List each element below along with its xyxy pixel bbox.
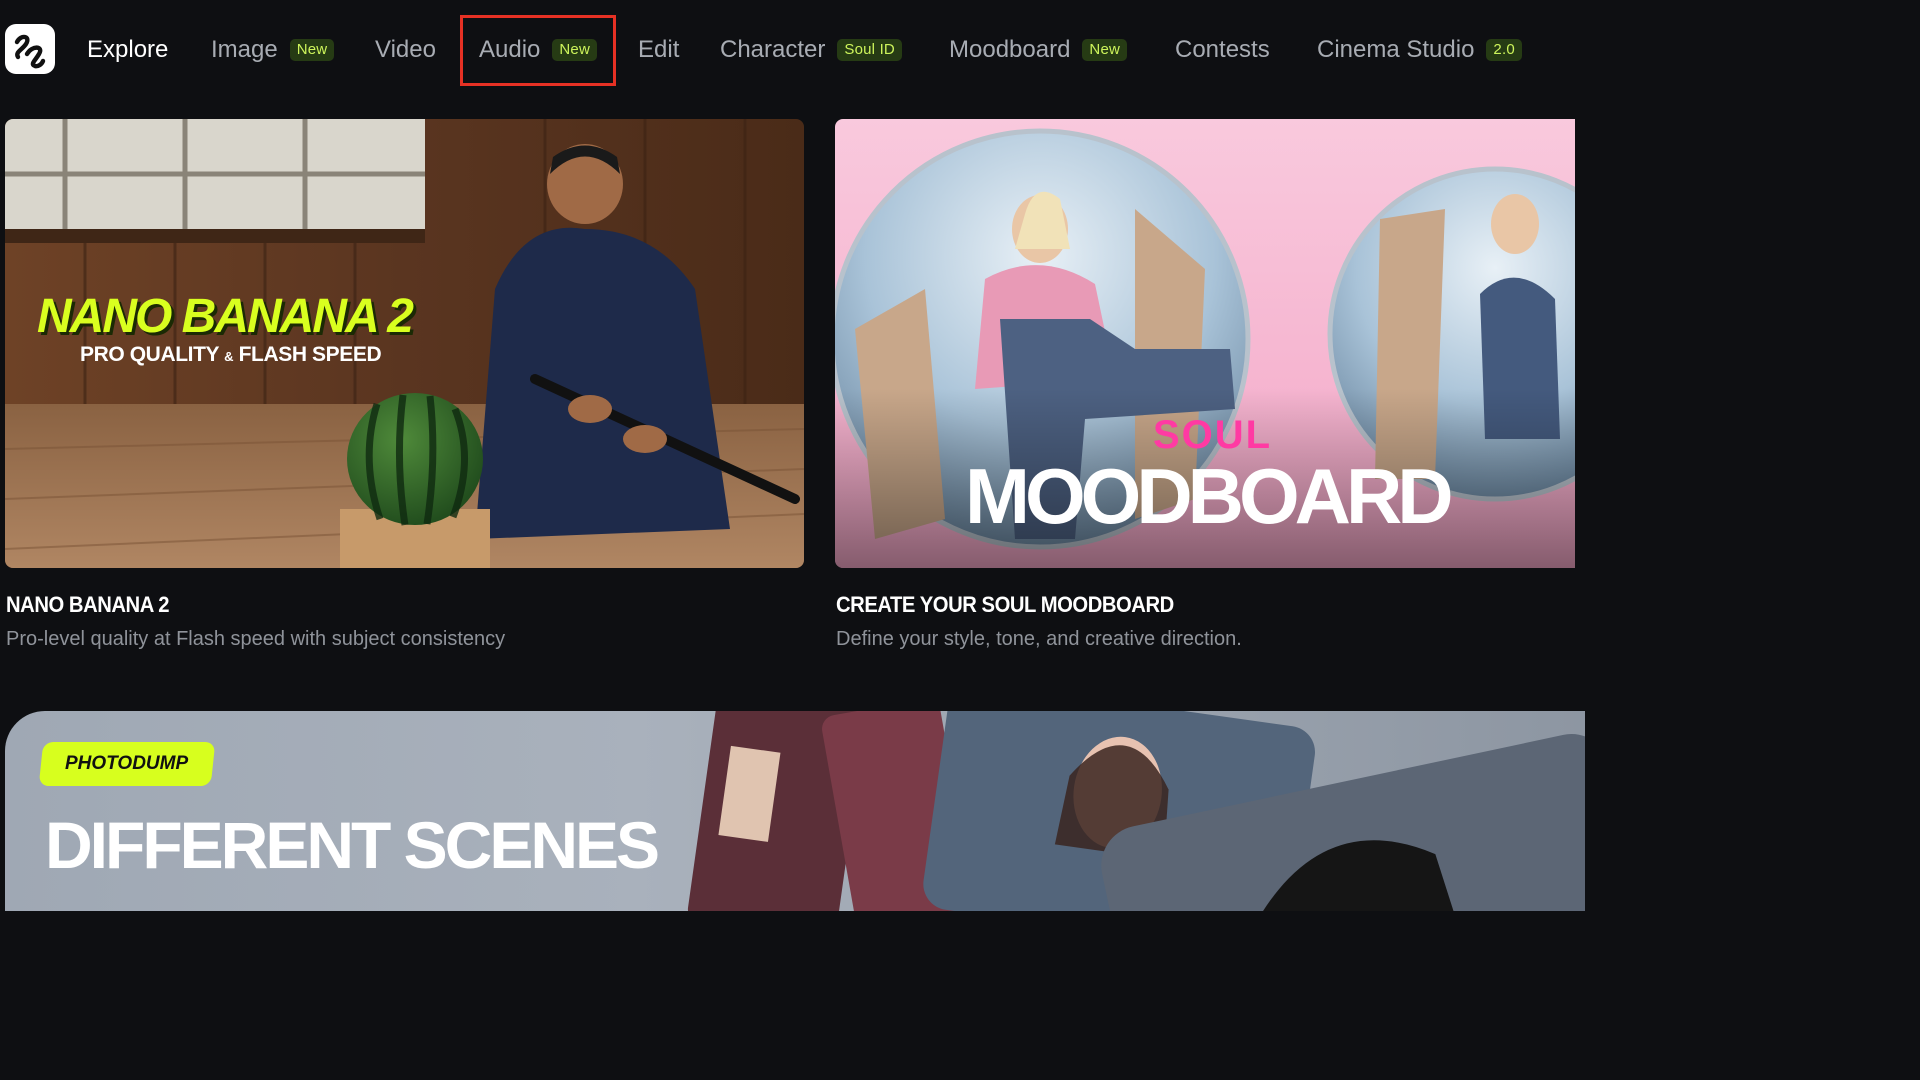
nav-item-moodboard[interactable]: Moodboard New	[949, 32, 1128, 68]
top-navigation: Explore Image New Video Audio New Edit C…	[0, 0, 1568, 100]
card-title[interactable]: CREATE YOUR SOUL MOODBOARD	[836, 592, 1174, 618]
subtitle-amp: &	[224, 349, 234, 364]
app-logo-icon[interactable]	[5, 24, 55, 74]
moodboard-image-title: MOODBOARD	[965, 452, 1454, 540]
nav-label: Image	[211, 36, 278, 63]
photodump-tag: PHOTODUMP	[38, 742, 216, 786]
nav-label: Explore	[87, 36, 169, 63]
soul-logo-word: SOUL	[1153, 413, 1273, 457]
version-badge: 2.0	[1486, 39, 1522, 61]
nav-item-cinema-studio[interactable]: Cinema Studio 2.0	[1317, 32, 1522, 68]
soul-id-badge: Soul ID	[837, 39, 902, 61]
nav-label: Contests	[1175, 36, 1270, 63]
card-description: Pro-level quality at Flash speed with su…	[6, 628, 506, 650]
nav-item-video[interactable]: Video	[375, 32, 436, 68]
nano-banana-image-subtitle: PRO QUALITY & FLASH SPEED	[80, 343, 382, 367]
photodump-banner[interactable]: PHOTODUMP DIFFERENT SCENES	[5, 711, 1585, 911]
nano-banana-card-image[interactable]: NANO BANANA 2 PRO QUALITY & FLASH SPEED	[5, 119, 804, 568]
new-badge: New	[1082, 39, 1128, 61]
photodump-tag-label: PHOTODUMP	[65, 753, 189, 774]
card-title[interactable]: NANO BANANA 2	[6, 592, 170, 618]
subtitle-right: FLASH SPEED	[238, 343, 382, 366]
card-description: Define your style, tone, and creative di…	[836, 628, 1242, 650]
nav-label: Cinema Studio	[1317, 36, 1475, 63]
new-badge: New	[289, 39, 335, 61]
nav-item-contests[interactable]: Contests	[1175, 32, 1270, 68]
banner-title: DIFFERENT SCENES	[45, 808, 660, 882]
nano-banana-image-title: NANO BANANA 2	[37, 290, 414, 343]
nav-item-character[interactable]: Character Soul ID	[720, 32, 902, 68]
nav-item-image[interactable]: Image New	[211, 32, 335, 68]
moodboard-card-image[interactable]: SOUL MOODBOARD	[835, 119, 1575, 568]
nav-label: Moodboard	[949, 36, 1071, 63]
nav-label: Character	[720, 36, 826, 63]
nav-item-explore[interactable]: Explore	[87, 32, 168, 68]
highlight-box	[460, 15, 616, 86]
subtitle-left: PRO QUALITY	[80, 343, 219, 366]
nav-label: Edit	[638, 36, 680, 63]
nav-item-edit[interactable]: Edit	[638, 32, 679, 68]
nav-label: Video	[375, 36, 436, 63]
